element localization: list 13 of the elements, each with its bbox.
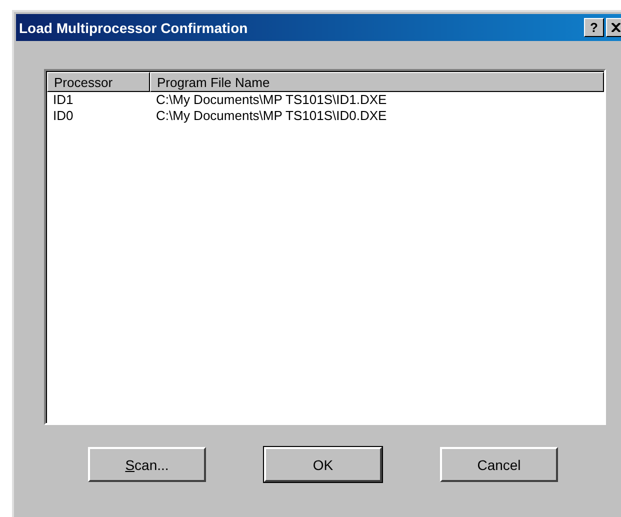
dialog-button[interactable]: Scan... [88, 447, 206, 482]
table-cell-text: C:\My Documents\MP TS101S\ID1.DXE [155, 92, 387, 108]
dialog-button[interactable]: Cancel [440, 447, 558, 482]
table-cell-text: ID0 [52, 108, 74, 124]
dialog-button[interactable]: OK [264, 447, 382, 482]
column-header[interactable]: Processor [47, 72, 150, 92]
table-cell-text: ID1 [52, 92, 74, 108]
close-button[interactable] [606, 18, 621, 37]
window-title: Load Multiprocessor Confirmation [19, 20, 249, 36]
column-header[interactable]: Program File Name [150, 72, 604, 92]
table-cell-text: C:\My Documents\MP TS101S\ID0.DXE [155, 108, 387, 124]
close-icon [611, 23, 621, 32]
help-button[interactable]: ? [584, 18, 604, 37]
